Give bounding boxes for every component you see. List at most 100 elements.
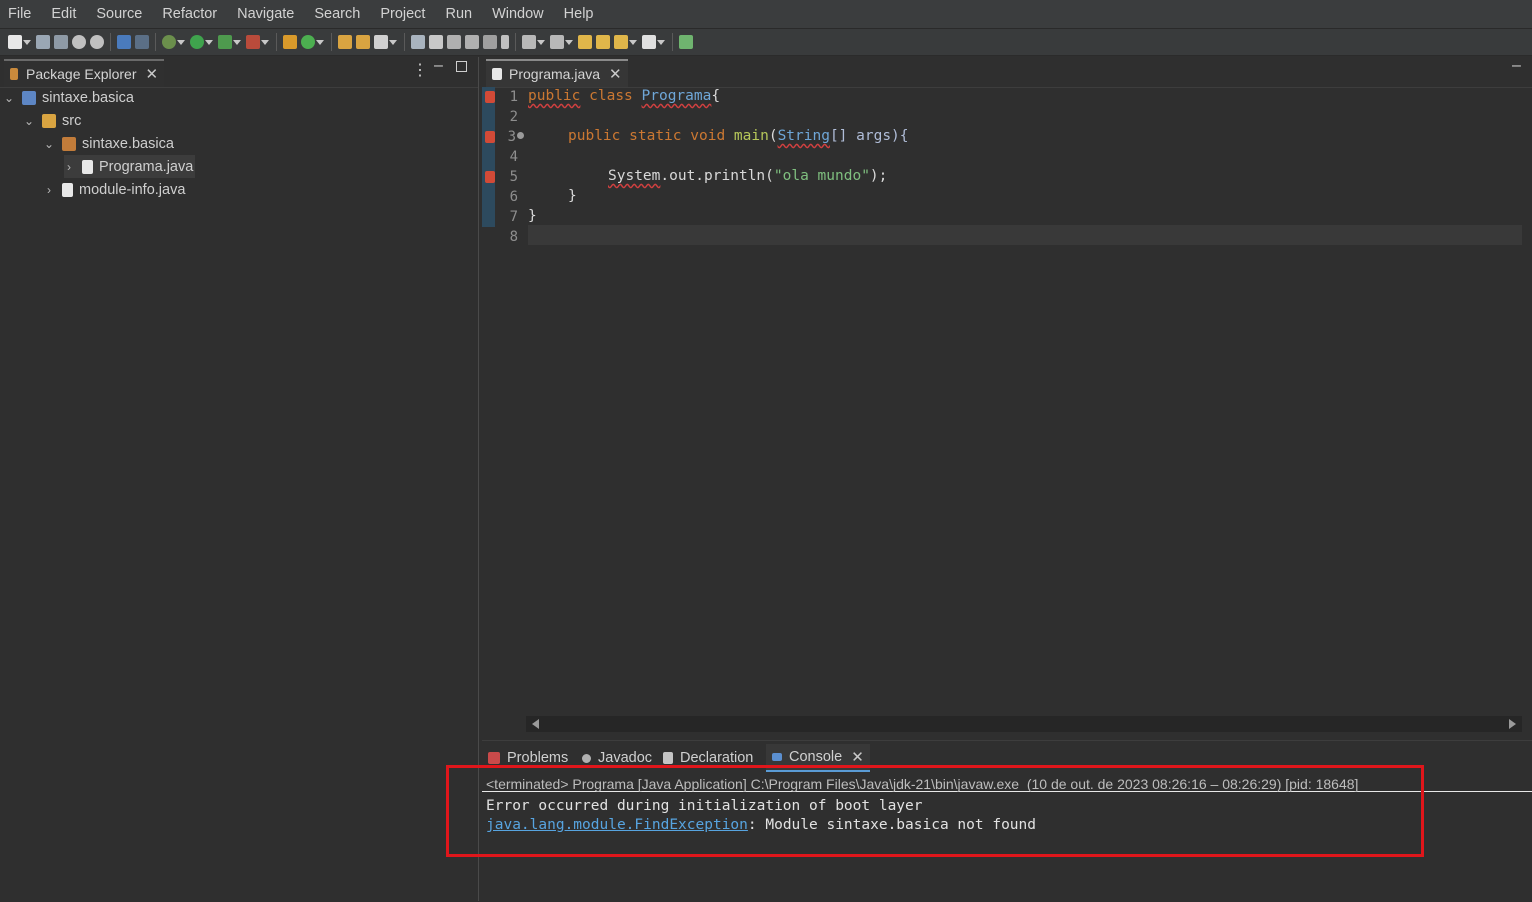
show-whitespace-icon[interactable] (483, 35, 497, 49)
menu-help[interactable]: Help (556, 0, 606, 28)
menu-window[interactable]: Window (484, 0, 556, 28)
menu-edit[interactable]: Edit (43, 0, 88, 28)
package-explorer-icon (10, 68, 18, 80)
menu-file[interactable]: File (0, 0, 43, 28)
chevron-down-icon[interactable]: ⌄ (24, 114, 34, 128)
tab-label: Problems (507, 750, 569, 766)
view-menu-icon[interactable]: ⋮ (412, 60, 428, 80)
fold-icon[interactable] (517, 132, 524, 139)
close-icon[interactable]: ✕ (851, 750, 864, 765)
line-number: 4 (509, 149, 518, 165)
line-number: 2 (509, 109, 518, 125)
menu-bar: File Edit Source Refactor Navigate Searc… (0, 0, 1532, 29)
tree-item-label: Programa.java (99, 158, 194, 175)
package-explorer-tab-bar: Package Explorer ✕ ⋮ – (0, 57, 478, 88)
undo-icon[interactable] (72, 35, 86, 49)
search-icon[interactable] (374, 35, 397, 49)
previous-annotation-icon[interactable] (550, 35, 573, 49)
punctuation: ( (768, 128, 778, 144)
new-class-icon[interactable] (301, 35, 324, 49)
menu-search[interactable]: Search (306, 0, 372, 28)
menu-navigate[interactable]: Navigate (229, 0, 306, 28)
coverage-icon[interactable] (218, 35, 241, 49)
forward-history-icon[interactable] (596, 35, 610, 49)
toolbar-separator (331, 33, 332, 51)
tree-item-label: sintaxe.basica (82, 135, 174, 152)
horizontal-scrollbar[interactable] (526, 716, 1522, 732)
tree-item-package[interactable]: ⌄ sintaxe.basica (44, 132, 174, 155)
chevron-right-icon[interactable]: › (44, 183, 54, 197)
save-icon[interactable] (36, 35, 50, 49)
menu-source[interactable]: Source (88, 0, 154, 28)
tree-item-src[interactable]: ⌄ src (24, 109, 81, 132)
package-explorer-title: Package Explorer (26, 66, 137, 82)
java-file-icon (82, 159, 93, 174)
tree-item-module-info[interactable]: › module-info.java (44, 178, 185, 201)
menu-run[interactable]: Run (437, 0, 484, 28)
toggle-mark-occurrences-icon[interactable] (411, 35, 425, 49)
new-icon[interactable] (8, 35, 31, 49)
code-line-3[interactable]: public static void main(String[] args){ (568, 128, 909, 144)
tab-programa-java[interactable]: Programa.java ✕ (486, 59, 628, 87)
toolbar-separator (155, 33, 156, 51)
keyword: public (568, 128, 621, 144)
toggle-edit-icon[interactable] (429, 35, 443, 49)
skip-breakpoints-icon[interactable] (135, 35, 149, 49)
keyword: void (690, 128, 726, 144)
method-name: main (733, 128, 769, 144)
save-all-icon[interactable] (54, 35, 68, 49)
next-annotation-icon[interactable] (522, 35, 545, 49)
editor-tab-label: Programa.java (509, 66, 601, 82)
code-line-6[interactable]: } (568, 188, 577, 204)
problems-icon (488, 752, 500, 764)
menu-project[interactable]: Project (372, 0, 437, 28)
maximize-icon[interactable] (456, 61, 467, 72)
close-icon[interactable]: ✕ (609, 67, 622, 82)
console-icon (772, 753, 782, 761)
minimize-icon[interactable]: – (434, 57, 443, 75)
terminal-icon[interactable] (117, 35, 131, 49)
keyword: class (589, 88, 633, 104)
editor-gutter: 1 2 3 4 5 6 7 8 (482, 87, 526, 737)
block-selection-icon[interactable] (447, 35, 461, 49)
code-line-5[interactable]: System.out.println("ola mundo"); (608, 168, 887, 184)
code-line-1[interactable]: public class Programa{ (528, 88, 720, 104)
quick-diff-bar (482, 87, 495, 227)
code-line-7[interactable]: } (528, 208, 537, 224)
line-number: 5 (509, 169, 518, 185)
project-icon (22, 90, 36, 105)
redo-icon[interactable] (90, 35, 104, 49)
tab-package-explorer[interactable]: Package Explorer ✕ (4, 59, 165, 87)
javadoc-icon (582, 753, 591, 763)
close-icon[interactable]: ✕ (146, 67, 159, 82)
open-perspective-icon[interactable] (679, 35, 693, 49)
class-name: Programa (641, 88, 712, 104)
line-number: 6 (509, 189, 518, 205)
toolbar-separator (672, 33, 673, 51)
pilcrow-icon[interactable] (501, 35, 509, 49)
tree-item-project[interactable]: ⌄ sintaxe.basica (4, 86, 134, 109)
tree-item-programa-java[interactable]: › Programa.java (64, 155, 196, 178)
new-java-project-icon[interactable] (283, 35, 297, 49)
debug-icon[interactable] (162, 35, 185, 49)
scroll-left-icon[interactable] (532, 719, 539, 729)
forward-icon[interactable] (642, 35, 665, 49)
run-icon[interactable] (190, 35, 213, 49)
chevron-right-icon[interactable]: › (64, 160, 74, 174)
error-marker-icon[interactable] (485, 131, 495, 143)
open-task-icon[interactable] (356, 35, 370, 49)
menu-refactor[interactable]: Refactor (154, 0, 229, 28)
chevron-down-icon[interactable]: ⌄ (44, 137, 54, 151)
highlight-annotation-box (446, 765, 1424, 857)
source-folder-icon (42, 113, 56, 128)
minimize-icon[interactable]: – (1512, 57, 1521, 75)
back-icon[interactable] (614, 35, 637, 49)
external-tools-icon[interactable] (246, 35, 269, 49)
open-type-icon[interactable] (338, 35, 352, 49)
scroll-right-icon[interactable] (1509, 719, 1516, 729)
error-marker-icon[interactable] (485, 171, 495, 183)
chevron-down-icon[interactable]: ⌄ (4, 91, 14, 105)
error-marker-icon[interactable] (485, 91, 495, 103)
word-wrap-icon[interactable] (465, 35, 479, 49)
last-edit-location-icon[interactable] (578, 35, 592, 49)
